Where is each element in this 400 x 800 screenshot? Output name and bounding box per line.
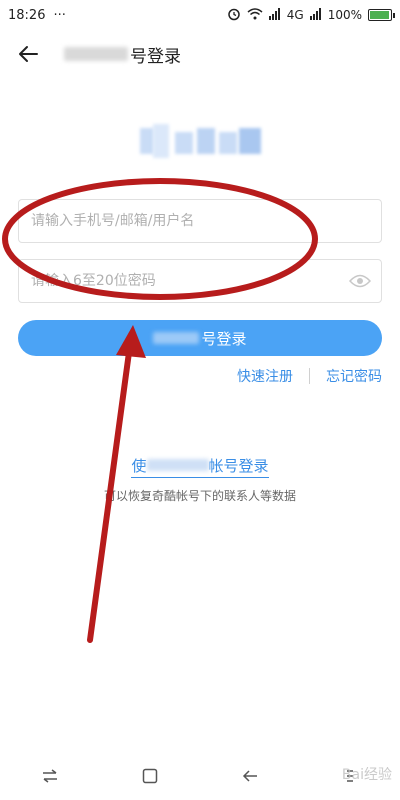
alt-login-link[interactable]: 使 帐号登录 [131, 457, 269, 478]
alt-login-suffix: 帐号登录 [208, 457, 269, 475]
signal-icon [268, 7, 281, 23]
alt-login-hint: 可以恢复奇酷帐号下的联系人等数据 [103, 489, 296, 503]
app-logo [135, 122, 265, 162]
title-redacted [64, 47, 128, 61]
swap-icon [43, 769, 57, 783]
arrow-left-icon [19, 46, 38, 62]
login-redacted [153, 332, 200, 344]
status-right: 4G 100% [227, 7, 395, 24]
alt-login: 使 帐号登录 [0, 455, 400, 478]
register-link[interactable]: 快速注册 [237, 366, 293, 386]
nav-back-button[interactable] [230, 756, 270, 796]
square-icon [142, 768, 158, 784]
page-title: 号登录 [64, 42, 181, 67]
alarm-icon [227, 7, 241, 24]
alt-login-redacted [146, 459, 209, 471]
wifi-icon [247, 7, 263, 23]
password-field[interactable] [18, 259, 382, 303]
status-dots: ··· [53, 7, 66, 23]
back-button[interactable] [10, 36, 46, 72]
page-title-text: 号登录 [130, 46, 181, 67]
watermark: Bai经验 [341, 767, 392, 783]
login-button-label: 号登录 [201, 329, 247, 348]
network-label: 4G [286, 8, 304, 22]
forgot-password-link[interactable]: 忘记密码 [326, 366, 382, 386]
status-bar: 18:26 ··· 4G 100% [0, 0, 400, 30]
status-left: 18:26 ··· [8, 8, 66, 23]
battery-icon [368, 9, 395, 21]
login-button[interactable]: 号登录 [18, 320, 382, 356]
header: 号登录 [0, 32, 400, 76]
username-field[interactable] [18, 199, 382, 243]
switch-app-button[interactable] [30, 756, 70, 796]
status-time: 18:26 [8, 7, 46, 23]
back-icon [242, 770, 257, 782]
link-divider [309, 368, 310, 384]
username-input[interactable] [29, 212, 371, 230]
eye-icon[interactable] [349, 274, 371, 288]
password-input[interactable] [29, 272, 349, 290]
home-button[interactable] [130, 756, 170, 796]
navigation-bar [0, 752, 400, 800]
auth-links: 快速注册 忘记密码 [237, 366, 382, 386]
annotation-overlay [2, 178, 318, 643]
alt-login-prefix: 使 [131, 457, 147, 475]
battery-percent: 100% [327, 8, 362, 22]
signal-icon-2 [309, 7, 322, 23]
